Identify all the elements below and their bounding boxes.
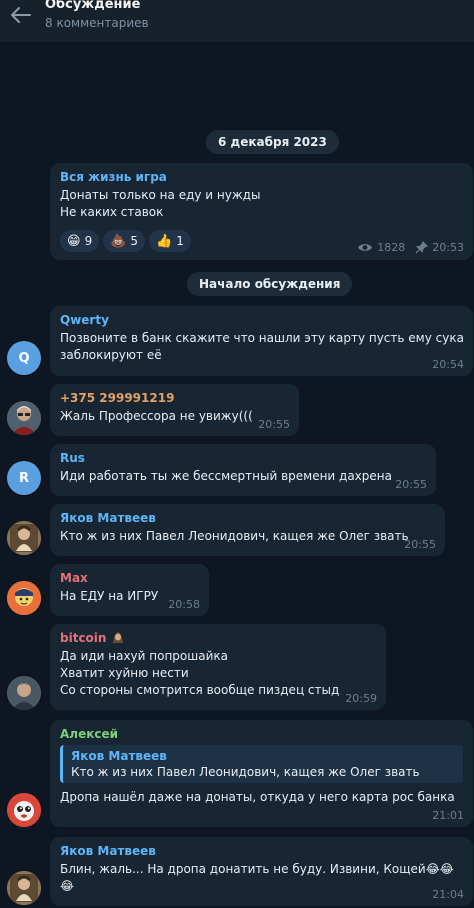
reaction-chip[interactable]: 💩 5 [103,230,146,252]
message-bubble: Rus Иди работать ты же бессмертный време… [50,444,436,496]
reaction-count: 5 [130,234,139,248]
message-time: 20:55 [404,538,436,551]
message-bubble: Max На ЕДУ на ИГРУ 20:58 [50,564,209,616]
message-author[interactable]: bitcoin [60,631,106,645]
message-author[interactable]: +375 299991219 [60,390,289,407]
message-text: Позвоните в банк скажите что нашли эту к… [60,331,464,345]
message-text: заблокируют её [60,348,162,362]
avatar[interactable] [7,521,41,555]
avatar-letter: Q [18,350,30,366]
post-line: Донаты только на еду и нужды [60,188,261,202]
message-text: Да иди нахуй попрошайка [60,649,228,663]
post-time: 20:53 [432,241,464,254]
comment-count: 8 комментариев [45,16,149,30]
message-bubble: Алексей Яков Матвеев Кто ж из них Павел … [50,720,473,827]
avatar-letter: R [18,470,29,486]
post-meta: 1828 20:53 [357,241,464,254]
reply-author: Яков Матвеев [71,749,167,763]
message-time: 20:55 [258,418,290,431]
custom-emoji-status-icon [112,632,123,643]
chat-header: Обсуждение 8 комментариев [0,0,474,43]
user-photo-icon [7,401,41,435]
message-author[interactable]: Qwerty [60,312,463,329]
message-text: Блин, жаль... На дропа донатить не буду.… [60,862,454,876]
user-photo-icon [7,521,41,555]
avatar[interactable] [7,676,41,710]
message-author[interactable]: Яков Матвеев [60,510,435,527]
user-photo-icon [7,871,41,905]
message-bubble: Qwerty Позвоните в банк скажите что нашл… [50,306,473,376]
avatar[interactable] [7,871,41,905]
reaction-chip[interactable]: 👍 1 [149,230,191,252]
message-time: 21:01 [432,809,464,822]
reply-preview[interactable]: Яков Матвеев Кто ж из них Павел Леонидов… [60,745,463,783]
message-bubble: Яков Матвеев Кто ж из них Павел Леонидов… [50,504,445,556]
message-text: Со стороны смотрится вообще пиздец стыд [60,683,340,697]
message-text: 😂 [60,879,75,893]
view-count: 1828 [377,241,406,254]
post-line: Не каких ставок [60,205,164,219]
channel-post: Вся жизнь игра Донаты только на еду и ну… [50,163,473,260]
eye-icon [358,244,373,251]
user-photo-icon [7,676,41,710]
user-photo-icon [7,581,41,615]
message-author[interactable]: Алексей [60,726,463,743]
message-author-row: bitcoin [60,630,376,647]
avatar[interactable] [7,401,41,435]
message-time: 20:55 [395,478,427,491]
message-time: 21:04 [432,888,464,901]
message-time: 20:59 [345,692,377,705]
message-time: 20:58 [168,598,200,611]
message-text: Иди работать ты же бессмертный времени д… [60,469,392,483]
reactions-row: 😁 9 💩 5 👍 1 [60,230,191,252]
message-bubble: +375 299991219 Жаль Профессора не увижу(… [50,384,299,436]
message-text: Дропа нашёл даже на донаты, откуда у нег… [60,790,455,804]
message-text: Хватит хуйню нести [60,666,189,680]
post-channel-name[interactable]: Вся жизнь игра [60,169,463,186]
chat-title: Обсуждение [45,0,141,12]
avatar[interactable]: Q [7,341,41,375]
back-arrow-icon[interactable] [10,6,32,24]
avatar[interactable] [7,793,41,827]
reaction-chip[interactable]: 😁 9 [60,230,100,252]
message-bubble: bitcoin Да иди нахуй попрошайка Хватит х… [50,624,386,710]
discussion-start-separator: Начало обсуждения [187,272,353,296]
pin-icon [415,241,428,254]
avatar[interactable] [7,581,41,615]
message-author[interactable]: Rus [60,450,426,467]
message-time: 20:54 [432,358,464,371]
message-text: Кто ж из них Павел Леонидович, кащея же … [60,529,409,543]
message-author[interactable]: Яков Матвеев [60,843,463,860]
reaction-count: 1 [176,234,184,248]
message-author[interactable]: Max [60,570,199,587]
grin-emoji-icon: 😁 [67,233,81,249]
thumbs-up-emoji-icon: 👍 [156,233,173,249]
reply-text: Кто ж из них Павел Леонидович, кащея же … [71,765,420,779]
date-separator: 6 декабря 2023 [206,130,339,154]
message-text: Жаль Профессора не увижу((( [60,409,253,423]
user-photo-icon [7,793,41,827]
avatar[interactable]: R [7,461,41,495]
message-bubble: Яков Матвеев Блин, жаль... На дропа дона… [50,837,473,906]
poop-emoji-icon: 💩 [110,233,127,249]
reaction-count: 9 [84,234,93,248]
